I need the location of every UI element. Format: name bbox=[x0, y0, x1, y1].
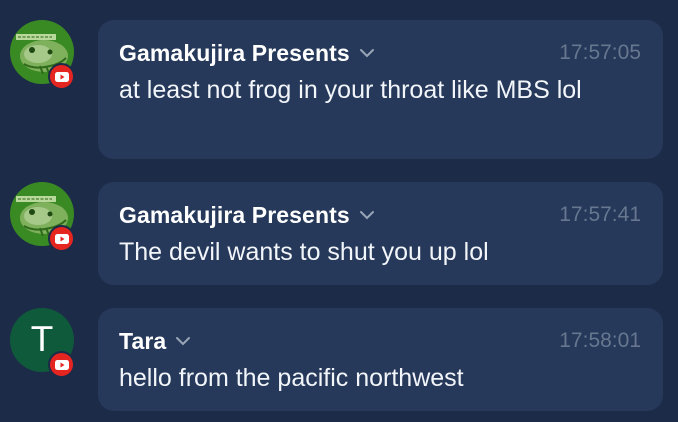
message-bubble: Gamakujira Presents 17:57:05 at least no… bbox=[98, 20, 663, 159]
message-bubble: Gamakujira Presents 17:57:41 The devil w… bbox=[98, 182, 663, 285]
message-header: Gamakujira Presents 17:57:05 bbox=[119, 38, 641, 68]
message-bubble: Tara 17:58:01 hello from the pacific nor… bbox=[98, 308, 663, 411]
message-text: The devil wants to shut you up lol bbox=[119, 238, 489, 266]
message-header: Tara 17:58:01 bbox=[119, 326, 641, 356]
message-timestamp: 17:58:01 bbox=[559, 329, 641, 352]
youtube-icon bbox=[54, 359, 69, 370]
youtube-icon bbox=[54, 71, 69, 82]
author-name[interactable]: Gamakujira Presents bbox=[119, 40, 350, 67]
youtube-badge bbox=[48, 225, 75, 252]
message-text: at least not frog in your throat like MB… bbox=[119, 76, 582, 104]
author-name[interactable]: Tara bbox=[119, 328, 166, 355]
chevron-down-icon[interactable] bbox=[359, 209, 375, 221]
youtube-badge bbox=[48, 63, 75, 90]
youtube-icon bbox=[54, 233, 69, 244]
avatar[interactable]: T bbox=[10, 308, 76, 378]
chevron-down-icon[interactable] bbox=[359, 47, 375, 59]
avatar[interactable] bbox=[10, 182, 76, 252]
message-timestamp: 17:57:41 bbox=[559, 203, 641, 226]
message-header: Gamakujira Presents 17:57:41 bbox=[119, 200, 641, 230]
message-text: hello from the pacific northwest bbox=[119, 364, 464, 392]
avatar[interactable] bbox=[10, 20, 76, 90]
author-name[interactable]: Gamakujira Presents bbox=[119, 202, 350, 229]
youtube-badge bbox=[48, 351, 75, 378]
chevron-down-icon[interactable] bbox=[175, 335, 191, 347]
message-timestamp: 17:57:05 bbox=[559, 41, 641, 64]
